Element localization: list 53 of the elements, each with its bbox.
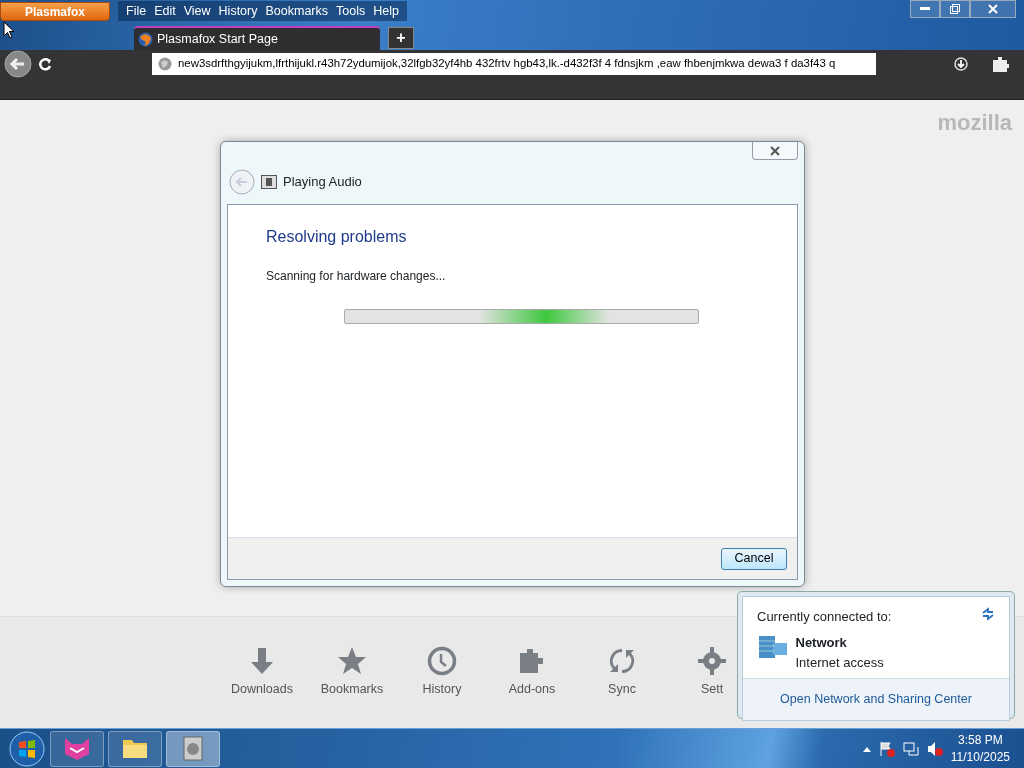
menu-item[interactable]: History (214, 1, 262, 21)
address-field[interactable]: new3sdrfthgyijukm,lfrthijukl.r43h72ydumijok,32lfgb32yf4hb 432frtv hgb43,lk.-d432f3f 4 fdnsjkm ,eaw fhbenjmkwa dewa3 f da3f43 q (152, 53, 876, 75)
launcher-button[interactable]: Add-ons (493, 646, 571, 699)
refresh-icon[interactable] (981, 607, 995, 621)
puzzle-icon[interactable] (992, 55, 1010, 73)
network-icon (757, 633, 789, 661)
minimize-icon (920, 7, 930, 11)
tab-title: Plasmafox Start Page (157, 30, 278, 48)
clock-icon (427, 646, 457, 677)
reload-icon[interactable] (38, 57, 52, 71)
new-tab-button[interactable]: + (388, 27, 414, 49)
launcher-button[interactable]: Bookmarks (313, 646, 391, 699)
network-status: Internet access (795, 653, 884, 672)
popup-heading: Currently connected to: (757, 608, 892, 626)
cursor-icon (3, 21, 15, 39)
close-button[interactable] (752, 142, 798, 160)
globe-icon (158, 57, 172, 71)
menu-item[interactable]: Bookmarks (261, 1, 332, 21)
speaker-icon (261, 175, 277, 189)
network-name: Network (795, 634, 848, 652)
restore-button[interactable] (940, 0, 970, 18)
taskbar-button[interactable] (50, 730, 104, 767)
caret-icon[interactable] (862, 745, 871, 752)
menu-item[interactable]: File (122, 1, 151, 21)
close-icon (988, 4, 998, 14)
restore-icon (950, 4, 960, 14)
launcher-button[interactable]: History (403, 646, 481, 699)
close-button[interactable] (970, 0, 1016, 18)
minimize-button[interactable] (910, 0, 940, 18)
browser-tab[interactable]: Plasmafox Start Page (134, 26, 380, 50)
menu-item[interactable]: Help (369, 1, 403, 21)
back-button[interactable] (4, 50, 32, 78)
star-icon (337, 646, 367, 677)
dialog-heading: Resolving problems (266, 227, 408, 247)
launcher-button[interactable]: Downloads (223, 646, 301, 699)
clock-time[interactable]: 3:58 PM (950, 732, 1010, 749)
globe-icon (138, 31, 153, 47)
start-button[interactable] (8, 729, 46, 768)
flag-icon[interactable] (878, 740, 895, 757)
taskbar-button[interactable] (166, 730, 220, 767)
launcher-button[interactable]: Sync (583, 646, 661, 699)
dialog-title: Playing Audio (283, 173, 362, 192)
download-icon[interactable] (954, 57, 968, 71)
cancel-button[interactable]: Cancel (721, 547, 787, 570)
network-icon[interactable] (902, 740, 919, 757)
menu-item[interactable]: Tools (332, 1, 370, 21)
taskbar-button[interactable] (108, 730, 162, 767)
status-text: Scanning for hardware changes... (266, 268, 447, 285)
clock-date[interactable]: 11/10/2025 (950, 748, 1010, 765)
volume-icon[interactable] (926, 740, 943, 757)
menu-item[interactable]: View (179, 1, 215, 21)
menu-item[interactable]: Edit (150, 1, 180, 21)
close-icon (769, 145, 781, 156)
